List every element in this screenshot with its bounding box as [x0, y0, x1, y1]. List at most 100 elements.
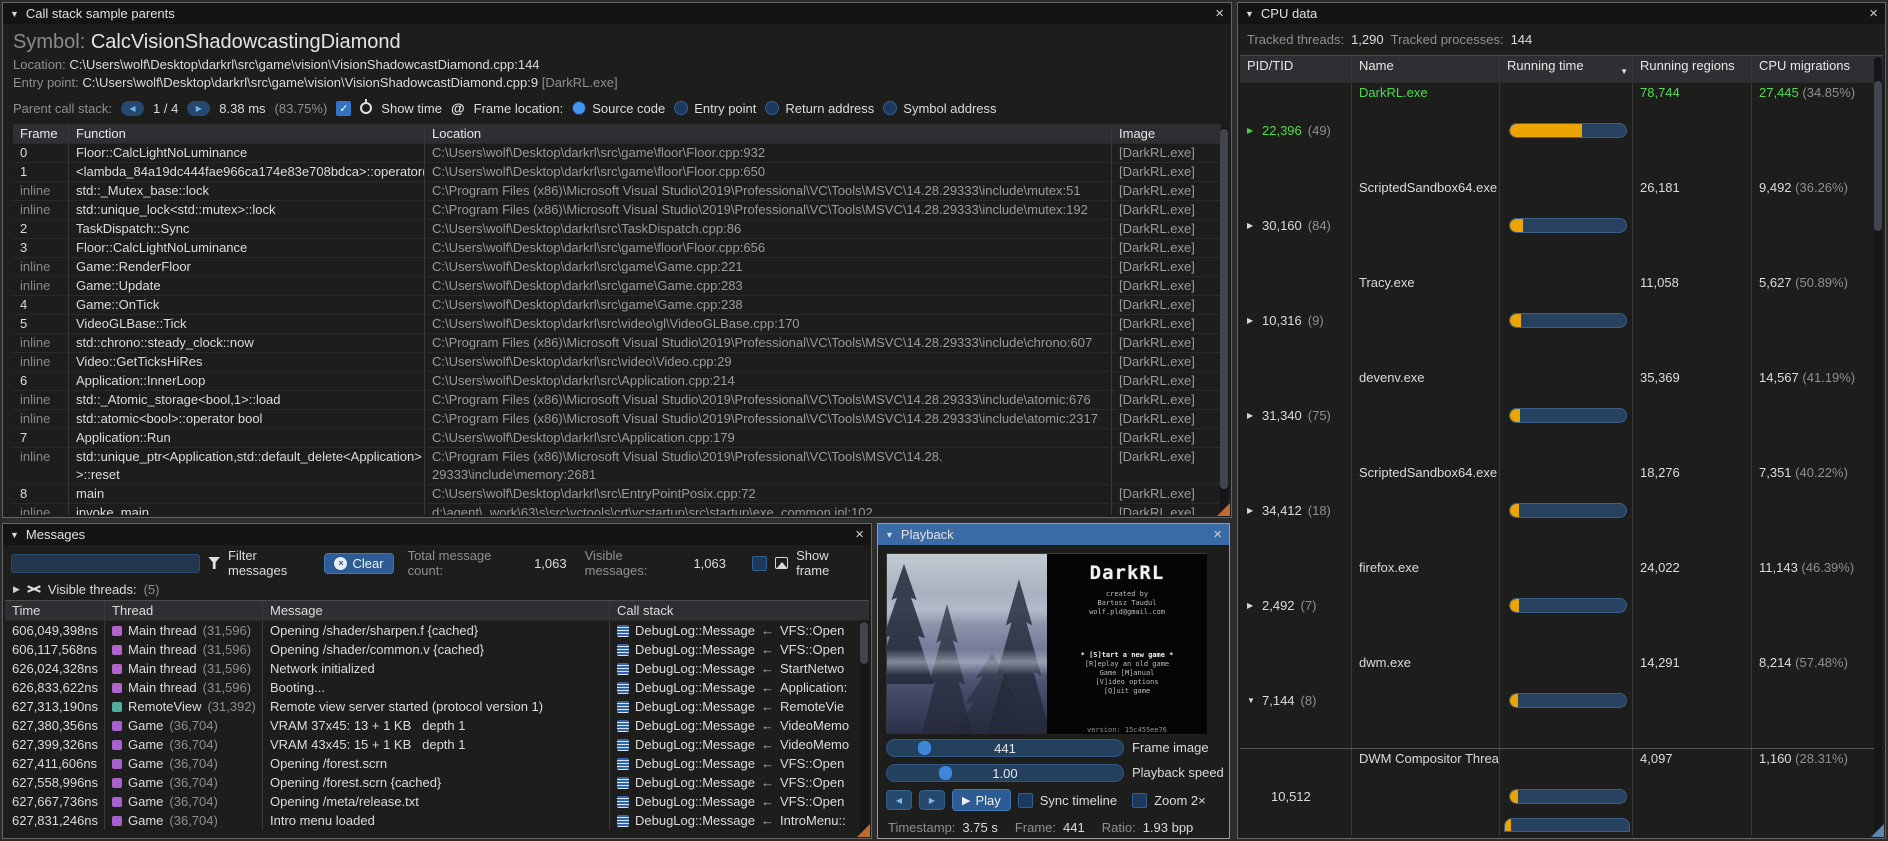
message-row[interactable]: 627,380,356ns Game(36,704) VRAM 37x45: 1… — [5, 716, 869, 735]
location-value[interactable]: C:\Users\wolf\Desktop\darkrl\src\game\vi… — [69, 57, 539, 72]
expand-icon[interactable]: ▶ — [1247, 501, 1256, 520]
show-time-checkbox[interactable]: ✓ — [336, 101, 351, 116]
callstack-cell[interactable]: DebugLog::Message←VFS::Open — [610, 792, 869, 811]
pid-cell[interactable]: ▶30,160(84) — [1240, 178, 1352, 273]
list-icon[interactable] — [617, 758, 629, 770]
expand-icon[interactable]: ▶ — [1247, 121, 1256, 140]
scrollbar[interactable] — [1874, 57, 1882, 834]
next-stack-button[interactable]: ▶ — [187, 101, 210, 116]
call-stack-row[interactable]: 5 VideoGLBase::Tick C:\Users\wolf\Deskto… — [13, 315, 1221, 334]
pid-cell[interactable]: ▶2,492(7) — [1240, 558, 1352, 653]
pid-cell[interactable]: ▼7,144(8) — [1240, 653, 1352, 748]
expand-icon[interactable]: ▶ — [1247, 596, 1256, 615]
call-stack-titlebar[interactable]: ▼ Call stack sample parents × — [3, 3, 1231, 24]
function-cell[interactable]: std::unique_lock<std::mutex>::lock — [69, 201, 425, 219]
call-stack-row[interactable]: 3 Floor::CalcLightNoLuminance C:\Users\w… — [13, 239, 1221, 258]
resize-grip[interactable] — [1217, 503, 1230, 516]
scrollbar-thumb[interactable] — [860, 622, 868, 664]
list-icon[interactable] — [617, 682, 629, 694]
function-cell[interactable]: Floor::CalcLightNoLuminance — [69, 239, 425, 257]
call-stack-row[interactable]: 0 Floor::CalcLightNoLuminance C:\Users\w… — [13, 144, 1221, 163]
entry-point-value[interactable]: C:\Users\wolf\Desktop\darkrl\src\game\vi… — [82, 75, 538, 90]
process-row[interactable]: ▶10,316(9) Tracy.exe 2.18 s (9.45%) 11,0… — [1240, 273, 1883, 368]
function-cell[interactable]: Game::Update — [69, 277, 425, 295]
collapse-icon[interactable]: ▼ — [10, 9, 19, 19]
callstack-cell[interactable]: DebugLog::Message←VFS::Open — [610, 773, 869, 792]
column-header-frame[interactable]: Frame — [13, 124, 69, 143]
call-stack-row[interactable]: inline std::_Mutex_base::lock C:\Program… — [13, 182, 1221, 201]
collapse-icon[interactable]: ▼ — [10, 530, 19, 540]
radio-entry-point[interactable]: Entry point — [674, 101, 756, 116]
column-header-name[interactable]: Name — [1352, 56, 1500, 82]
function-cell[interactable]: std::_Mutex_base::lock — [69, 182, 425, 200]
callstack-cell[interactable]: DebugLog::Message←RemoteVie — [610, 697, 869, 716]
message-row[interactable]: 626,024,328ns Main thread(31,596) Networ… — [5, 659, 869, 678]
frame-slider[interactable]: 441 — [886, 739, 1124, 757]
pid-cell[interactable]: 10,512 — [1240, 749, 1352, 836]
scrollbar[interactable] — [1220, 127, 1228, 513]
show-frame-checkbox[interactable] — [752, 556, 767, 571]
call-stack-row[interactable]: 6 Application::InnerLoop C:\Users\wolf\D… — [13, 372, 1221, 391]
prev-stack-button[interactable]: ◀ — [121, 101, 144, 116]
sync-timeline-checkbox[interactable] — [1018, 793, 1033, 808]
call-stack-row[interactable]: inline std::unique_lock<std::mutex>::loc… — [13, 201, 1221, 220]
message-row[interactable]: 627,313,190ns RemoteView(31,392) Remote … — [5, 697, 869, 716]
radio-symbol-address[interactable]: Symbol address — [883, 101, 996, 116]
call-stack-row[interactable]: inline std::chrono::steady_clock::now C:… — [13, 334, 1221, 353]
list-icon[interactable] — [617, 625, 629, 637]
call-stack-row[interactable]: 2 TaskDispatch::Sync C:\Users\wolf\Deskt… — [13, 220, 1221, 239]
column-header-function[interactable]: Function — [69, 124, 425, 143]
expand-icon[interactable]: ▼ — [1247, 691, 1256, 710]
call-stack-row[interactable]: inline Video::GetTicksHiRes C:\Users\wol… — [13, 353, 1221, 372]
list-icon[interactable] — [617, 701, 629, 713]
resize-grip[interactable] — [857, 824, 870, 837]
expand-icon[interactable]: ▶ — [1247, 311, 1256, 330]
expander-icon[interactable]: ▶ — [13, 584, 20, 595]
pid-cell[interactable]: ▶34,412(18) — [1240, 463, 1352, 558]
radio-icon[interactable] — [572, 101, 586, 115]
collapse-icon[interactable]: ▼ — [1245, 9, 1254, 19]
close-icon[interactable]: × — [1213, 527, 1222, 542]
close-icon[interactable]: × — [855, 527, 864, 542]
radio-return-address[interactable]: Return address — [765, 101, 874, 116]
function-cell[interactable]: invoke_main — [69, 504, 425, 515]
step-back-button[interactable]: ◀ — [886, 790, 912, 810]
list-icon[interactable] — [617, 796, 629, 808]
close-icon[interactable]: × — [1869, 6, 1878, 21]
process-row[interactable]: ▶34,412(18) ScriptedSandbox64.exe 1.85 s… — [1240, 463, 1883, 558]
function-cell[interactable]: VideoGLBase::Tick — [69, 315, 425, 333]
function-cell[interactable]: Video::GetTicksHiRes — [69, 353, 425, 371]
pid-cell[interactable]: ▶22,396(49) — [1240, 83, 1352, 178]
message-row[interactable]: 627,831,246ns Game(36,704) Intro menu lo… — [5, 811, 869, 830]
expand-icon[interactable]: ▶ — [1247, 406, 1256, 425]
process-row[interactable]: ▶22,396(49) DarkRL.exe 14.33 s (62.06%) … — [1240, 83, 1883, 178]
radio-icon[interactable] — [765, 101, 779, 115]
function-cell[interactable]: std::_Atomic_storage<bool,1>::load — [69, 391, 425, 409]
messages-titlebar[interactable]: ▼ Messages × — [3, 524, 871, 545]
column-header-callstack[interactable]: Call stack — [610, 601, 869, 620]
column-header-thread[interactable]: Thread — [105, 601, 263, 620]
playback-titlebar[interactable]: ▼ Playback × — [878, 524, 1229, 545]
column-header-image[interactable]: Image — [1112, 124, 1221, 143]
function-cell[interactable]: Application::InnerLoop — [69, 372, 425, 390]
radio-icon[interactable] — [674, 101, 688, 115]
message-row[interactable]: 627,411,606ns Game(36,704) Opening /fore… — [5, 754, 869, 773]
visible-threads-row[interactable]: ▶ Visible threads: (5) — [3, 575, 871, 597]
function-cell[interactable]: Application::Run — [69, 429, 425, 447]
function-cell[interactable]: Game::OnTick — [69, 296, 425, 314]
function-cell[interactable]: main — [69, 485, 425, 503]
clear-button[interactable]: × Clear — [324, 553, 393, 574]
call-stack-row[interactable]: inline Game::RenderFloor C:\Users\wolf\D… — [13, 258, 1221, 277]
callstack-cell[interactable]: DebugLog::Message←StartNetwo — [610, 659, 869, 678]
callstack-cell[interactable]: DebugLog::Message←VideoMemo — [610, 735, 869, 754]
function-cell[interactable]: Floor::CalcLightNoLuminance — [69, 144, 425, 162]
column-header-time[interactable]: Time — [5, 601, 105, 620]
message-row[interactable]: 626,833,622ns Main thread(31,596) Bootin… — [5, 678, 869, 697]
pid-cell[interactable]: ▶10,316(9) — [1240, 273, 1352, 368]
call-stack-row[interactable]: inline std::_Atomic_storage<bool,1>::loa… — [13, 391, 1221, 410]
filter-input[interactable] — [11, 554, 200, 573]
call-stack-row[interactable]: 4 Game::OnTick C:\Users\wolf\Desktop\dar… — [13, 296, 1221, 315]
callstack-cell[interactable]: DebugLog::Message←VFS::Open — [610, 621, 869, 640]
list-icon[interactable] — [617, 739, 629, 751]
radio-icon[interactable] — [883, 101, 897, 115]
